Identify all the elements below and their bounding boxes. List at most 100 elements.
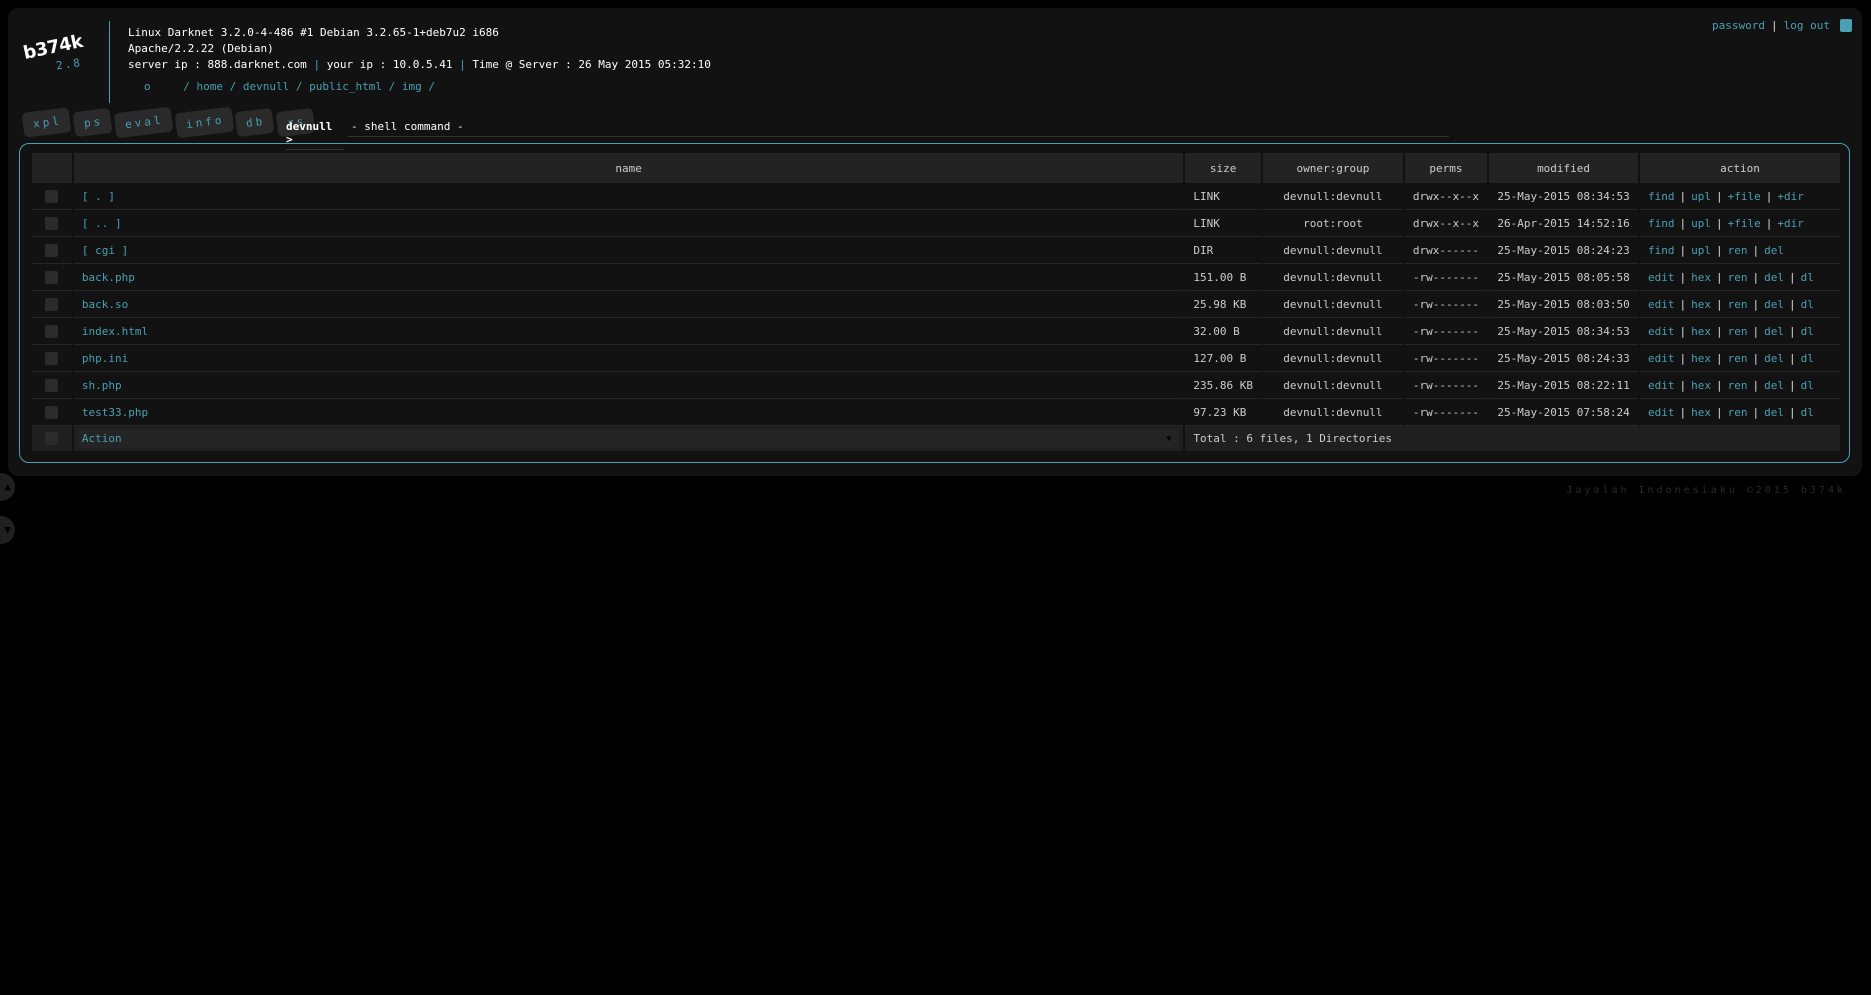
action-dl-link[interactable]: dl xyxy=(1801,406,1814,419)
action-edit-link[interactable]: edit xyxy=(1648,298,1675,311)
select-all-checkbox[interactable] xyxy=(45,432,59,446)
tab-db[interactable]: db xyxy=(234,107,275,138)
breadcrumb-public-html[interactable]: public_html xyxy=(309,80,382,93)
action-dl-link[interactable]: dl xyxy=(1801,271,1814,284)
breadcrumb-root[interactable]: o xyxy=(144,80,151,93)
action-del-link[interactable]: del xyxy=(1764,244,1784,257)
separator: | xyxy=(1765,216,1773,230)
action-dl-link[interactable]: dl xyxy=(1801,325,1814,338)
table-row: [ cgi ] DIR devnull:devnull drwx------ 25-Ma… xyxy=(32,237,1840,264)
tab-info[interactable]: info xyxy=(174,106,234,139)
action-hex-link[interactable]: hex xyxy=(1691,271,1711,284)
file-name-link[interactable]: [ . ] xyxy=(82,190,115,203)
action-new-dir-link[interactable]: +dir xyxy=(1777,190,1804,203)
file-name-link[interactable]: sh.php xyxy=(82,379,122,392)
action-find-link[interactable]: find xyxy=(1648,244,1675,257)
action-hex-link[interactable]: hex xyxy=(1691,379,1711,392)
password-link[interactable]: password xyxy=(1712,19,1765,32)
file-name-link[interactable]: [ .. ] xyxy=(82,217,122,230)
logout-link[interactable]: log out xyxy=(1784,19,1830,32)
action-hex-link[interactable]: hex xyxy=(1691,352,1711,365)
action-edit-link[interactable]: edit xyxy=(1648,379,1675,392)
file-name-link[interactable]: back.php xyxy=(82,271,135,284)
action-dl-link[interactable]: dl xyxy=(1801,352,1814,365)
action-ren-link[interactable]: ren xyxy=(1728,352,1748,365)
file-perms[interactable]: -rw------- xyxy=(1404,372,1488,399)
file-name-link[interactable]: php.ini xyxy=(82,352,128,365)
file-modified: 25-May-2015 08:34:53 xyxy=(1489,183,1639,210)
file-perms[interactable]: -rw------- xyxy=(1404,399,1488,426)
row-checkbox[interactable] xyxy=(45,243,59,257)
row-checkbox[interactable] xyxy=(45,189,59,203)
logo[interactable]: b374k 2.8 xyxy=(21,31,93,73)
action-hex-link[interactable]: hex xyxy=(1691,406,1711,419)
file-perms[interactable]: -rw------- xyxy=(1404,264,1488,291)
action-hex-link[interactable]: hex xyxy=(1691,298,1711,311)
file-name-link[interactable]: back.so xyxy=(82,298,128,311)
tab-ps[interactable]: ps xyxy=(72,107,113,138)
tab-xpl[interactable]: xpl xyxy=(21,107,72,138)
action-upl-link[interactable]: upl xyxy=(1691,244,1711,257)
file-name-link[interactable]: index.html xyxy=(82,325,148,338)
file-perms[interactable]: drwx--x--x xyxy=(1404,183,1488,210)
action-del-link[interactable]: del xyxy=(1764,352,1784,365)
breadcrumb-home[interactable]: home xyxy=(197,80,224,93)
file-perms[interactable]: -rw------- xyxy=(1404,318,1488,345)
action-del-link[interactable]: del xyxy=(1764,379,1784,392)
action-dl-link[interactable]: dl xyxy=(1801,379,1814,392)
action-dl-link[interactable]: dl xyxy=(1801,298,1814,311)
action-edit-link[interactable]: edit xyxy=(1648,271,1675,284)
separator: | xyxy=(1752,405,1760,419)
file-perms[interactable]: -rw------- xyxy=(1404,291,1488,318)
action-ren-link[interactable]: ren xyxy=(1728,244,1748,257)
row-checkbox[interactable] xyxy=(45,216,59,230)
action-ren-link[interactable]: ren xyxy=(1728,325,1748,338)
breadcrumb-devnull[interactable]: devnull xyxy=(243,80,289,93)
row-checkbox[interactable] xyxy=(45,270,59,284)
tab-eval[interactable]: eval xyxy=(113,106,173,139)
action-ren-link[interactable]: ren xyxy=(1728,271,1748,284)
action-del-link[interactable]: del xyxy=(1764,271,1784,284)
file-perms[interactable]: drwx------ xyxy=(1404,237,1488,264)
action-find-link[interactable]: find xyxy=(1648,190,1675,203)
action-find-link[interactable]: find xyxy=(1648,217,1675,230)
action-new-file-link[interactable]: +file xyxy=(1728,217,1761,230)
file-name-link[interactable]: test33.php xyxy=(82,406,148,419)
action-ren-link[interactable]: ren xyxy=(1728,406,1748,419)
file-name-link[interactable]: [ cgi ] xyxy=(82,244,128,257)
row-checkbox[interactable] xyxy=(45,351,59,365)
action-edit-link[interactable]: edit xyxy=(1648,406,1675,419)
menu-toggle-icon[interactable] xyxy=(1840,19,1852,32)
header-perms[interactable]: perms xyxy=(1404,153,1488,183)
action-select[interactable]: Action ▼ xyxy=(77,429,1180,448)
action-del-link[interactable]: del xyxy=(1764,406,1784,419)
action-del-link[interactable]: del xyxy=(1764,298,1784,311)
file-perms[interactable]: -rw------- xyxy=(1404,345,1488,372)
action-upl-link[interactable]: upl xyxy=(1691,217,1711,230)
file-perms[interactable]: drwx--x--x xyxy=(1404,210,1488,237)
action-hex-link[interactable]: hex xyxy=(1691,325,1711,338)
row-checkbox[interactable] xyxy=(45,378,59,392)
action-upl-link[interactable]: upl xyxy=(1691,190,1711,203)
action-new-dir-link[interactable]: +dir xyxy=(1777,217,1804,230)
action-ren-link[interactable]: ren xyxy=(1728,379,1748,392)
action-del-link[interactable]: del xyxy=(1764,325,1784,338)
separator: | xyxy=(1752,324,1760,338)
breadcrumb-img[interactable]: img xyxy=(402,80,422,93)
row-checkbox[interactable] xyxy=(45,324,59,338)
action-new-file-link[interactable]: +file xyxy=(1728,190,1761,203)
scroll-down-button[interactable]: ▼ xyxy=(0,516,15,544)
action-edit-link[interactable]: edit xyxy=(1648,325,1675,338)
header-modified[interactable]: modified xyxy=(1489,153,1639,183)
scroll-up-button[interactable]: ▲ xyxy=(0,473,15,501)
row-checkbox[interactable] xyxy=(45,405,59,419)
shell-command-input[interactable] xyxy=(348,119,1449,137)
action-edit-link[interactable]: edit xyxy=(1648,352,1675,365)
action-ren-link[interactable]: ren xyxy=(1728,298,1748,311)
row-checkbox[interactable] xyxy=(45,297,59,311)
separator: | xyxy=(1679,243,1687,257)
header-owner-group[interactable]: owner:group xyxy=(1262,153,1403,183)
separator: | xyxy=(1789,270,1796,284)
header-size[interactable]: size xyxy=(1185,153,1261,183)
header-name[interactable]: name xyxy=(73,153,1184,183)
